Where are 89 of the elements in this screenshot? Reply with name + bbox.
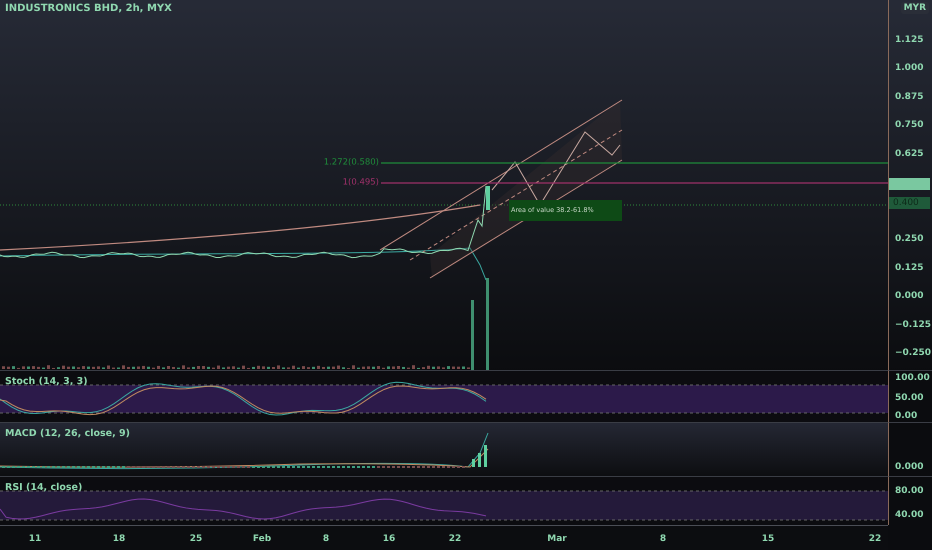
price-tick-label: −0.250: [895, 348, 932, 358]
volume-bar: [377, 366, 380, 369]
symbol-title: INDUSTRONICS BHD, 2h, MYX: [5, 3, 172, 14]
volume-bar: [437, 366, 440, 369]
volume-bar: [337, 366, 340, 369]
volume-bar: [32, 366, 35, 369]
volume-bar: [167, 366, 170, 369]
time-tick-label: 11: [28, 534, 42, 544]
volume-bar: [27, 366, 30, 369]
volume-bar: [47, 365, 50, 369]
time-tick-label: 15: [762, 534, 774, 544]
price-tick-label: 1.000: [895, 63, 924, 73]
volume-bar: [227, 366, 230, 369]
volume-bar: [392, 366, 395, 369]
volume-bar: [367, 366, 370, 369]
indicator-tick-label: 80.00: [895, 486, 924, 496]
volume-bar: [387, 366, 390, 369]
volume-bar: [242, 366, 245, 369]
indicator-legend: MACD (12, 26, close, 9): [5, 428, 130, 439]
time-tick-label: 18: [112, 534, 126, 544]
currency-badge: MYR: [900, 2, 929, 14]
volume-bar: [372, 366, 375, 369]
volume-bar: [62, 366, 65, 369]
price-tick-label: 0.875: [895, 92, 924, 102]
volume-bar: [447, 366, 450, 369]
indicator-tick-label: 0.000: [895, 462, 924, 472]
indicator-tick-label: 100.00: [895, 373, 930, 383]
volume-bar: [137, 366, 140, 369]
volume-bar: [197, 366, 200, 369]
volume-bar: [352, 365, 355, 369]
volume-bar: [432, 366, 435, 369]
fib-level-label: 1.272(0.580): [324, 158, 379, 168]
time-tick-label: 22: [868, 534, 882, 544]
volume-bar: [332, 366, 335, 369]
price-tick-label: 0.000: [895, 291, 924, 301]
volume-bar: [182, 365, 185, 369]
volume-bar: [97, 366, 100, 369]
time-tick-label: 22: [448, 534, 462, 544]
volume-bar: [157, 366, 160, 369]
price-marker: [889, 178, 930, 190]
volume-bar: [72, 366, 75, 369]
volume-bar: [12, 366, 15, 369]
volume-bar: [362, 366, 365, 369]
indicator-tick-label: 50.00: [895, 393, 924, 403]
volume-bar: [67, 366, 70, 369]
volume-bar: [7, 366, 10, 369]
indicator-legend: Stoch (14, 3, 3): [5, 376, 88, 387]
volume-bar: [202, 366, 205, 369]
price-tick-label: 0.125: [895, 262, 924, 272]
time-tick-label: 25: [190, 534, 202, 544]
volume-bar: [147, 366, 150, 369]
volume-bar: [122, 365, 125, 369]
fib-level-label: 1(0.495): [342, 178, 379, 188]
price-tick-label: 0.750: [895, 120, 924, 130]
volume-spike-bar: [471, 300, 474, 370]
time-tick-label: 8: [660, 534, 666, 544]
volume-bar: [277, 365, 280, 369]
price-tick-label: 0.625: [895, 148, 924, 158]
volume-bar: [462, 366, 465, 369]
indicator-tick-label: 0.00: [895, 411, 918, 421]
time-tick-label: 16: [382, 534, 396, 544]
volume-bar: [217, 366, 220, 369]
time-tick-label: Mar: [547, 534, 567, 544]
volume-bar: [2, 366, 5, 369]
volume-bar: [302, 366, 305, 369]
volume-bar: [142, 366, 145, 369]
time-tick-label: 8: [322, 534, 330, 544]
time-tick-label: Feb: [252, 534, 272, 544]
volume-bar: [397, 366, 400, 369]
volume-bar: [317, 366, 320, 369]
price-tick-label: 0.250: [895, 234, 924, 244]
indicator-tick-label: 40.00: [895, 510, 924, 520]
price-tick-label: −0.125: [895, 320, 932, 330]
volume-bar: [327, 366, 330, 369]
indicator-legend: RSI (14, close): [5, 482, 82, 493]
volume-bar: [427, 366, 430, 369]
volume-bar: [232, 366, 235, 369]
price-tick-label: 1.125: [895, 34, 924, 44]
volume-bar: [457, 366, 460, 369]
price-candle: [486, 186, 490, 210]
volume-bar: [22, 366, 25, 369]
volume-bar: [262, 366, 265, 369]
volume-bar: [257, 366, 260, 369]
volume-bar: [452, 366, 455, 369]
volume-bar: [107, 366, 110, 369]
volume-bar: [87, 366, 90, 369]
volume-bar: [292, 366, 295, 369]
volume-bar: [82, 366, 85, 369]
volume-bar: [412, 365, 415, 369]
